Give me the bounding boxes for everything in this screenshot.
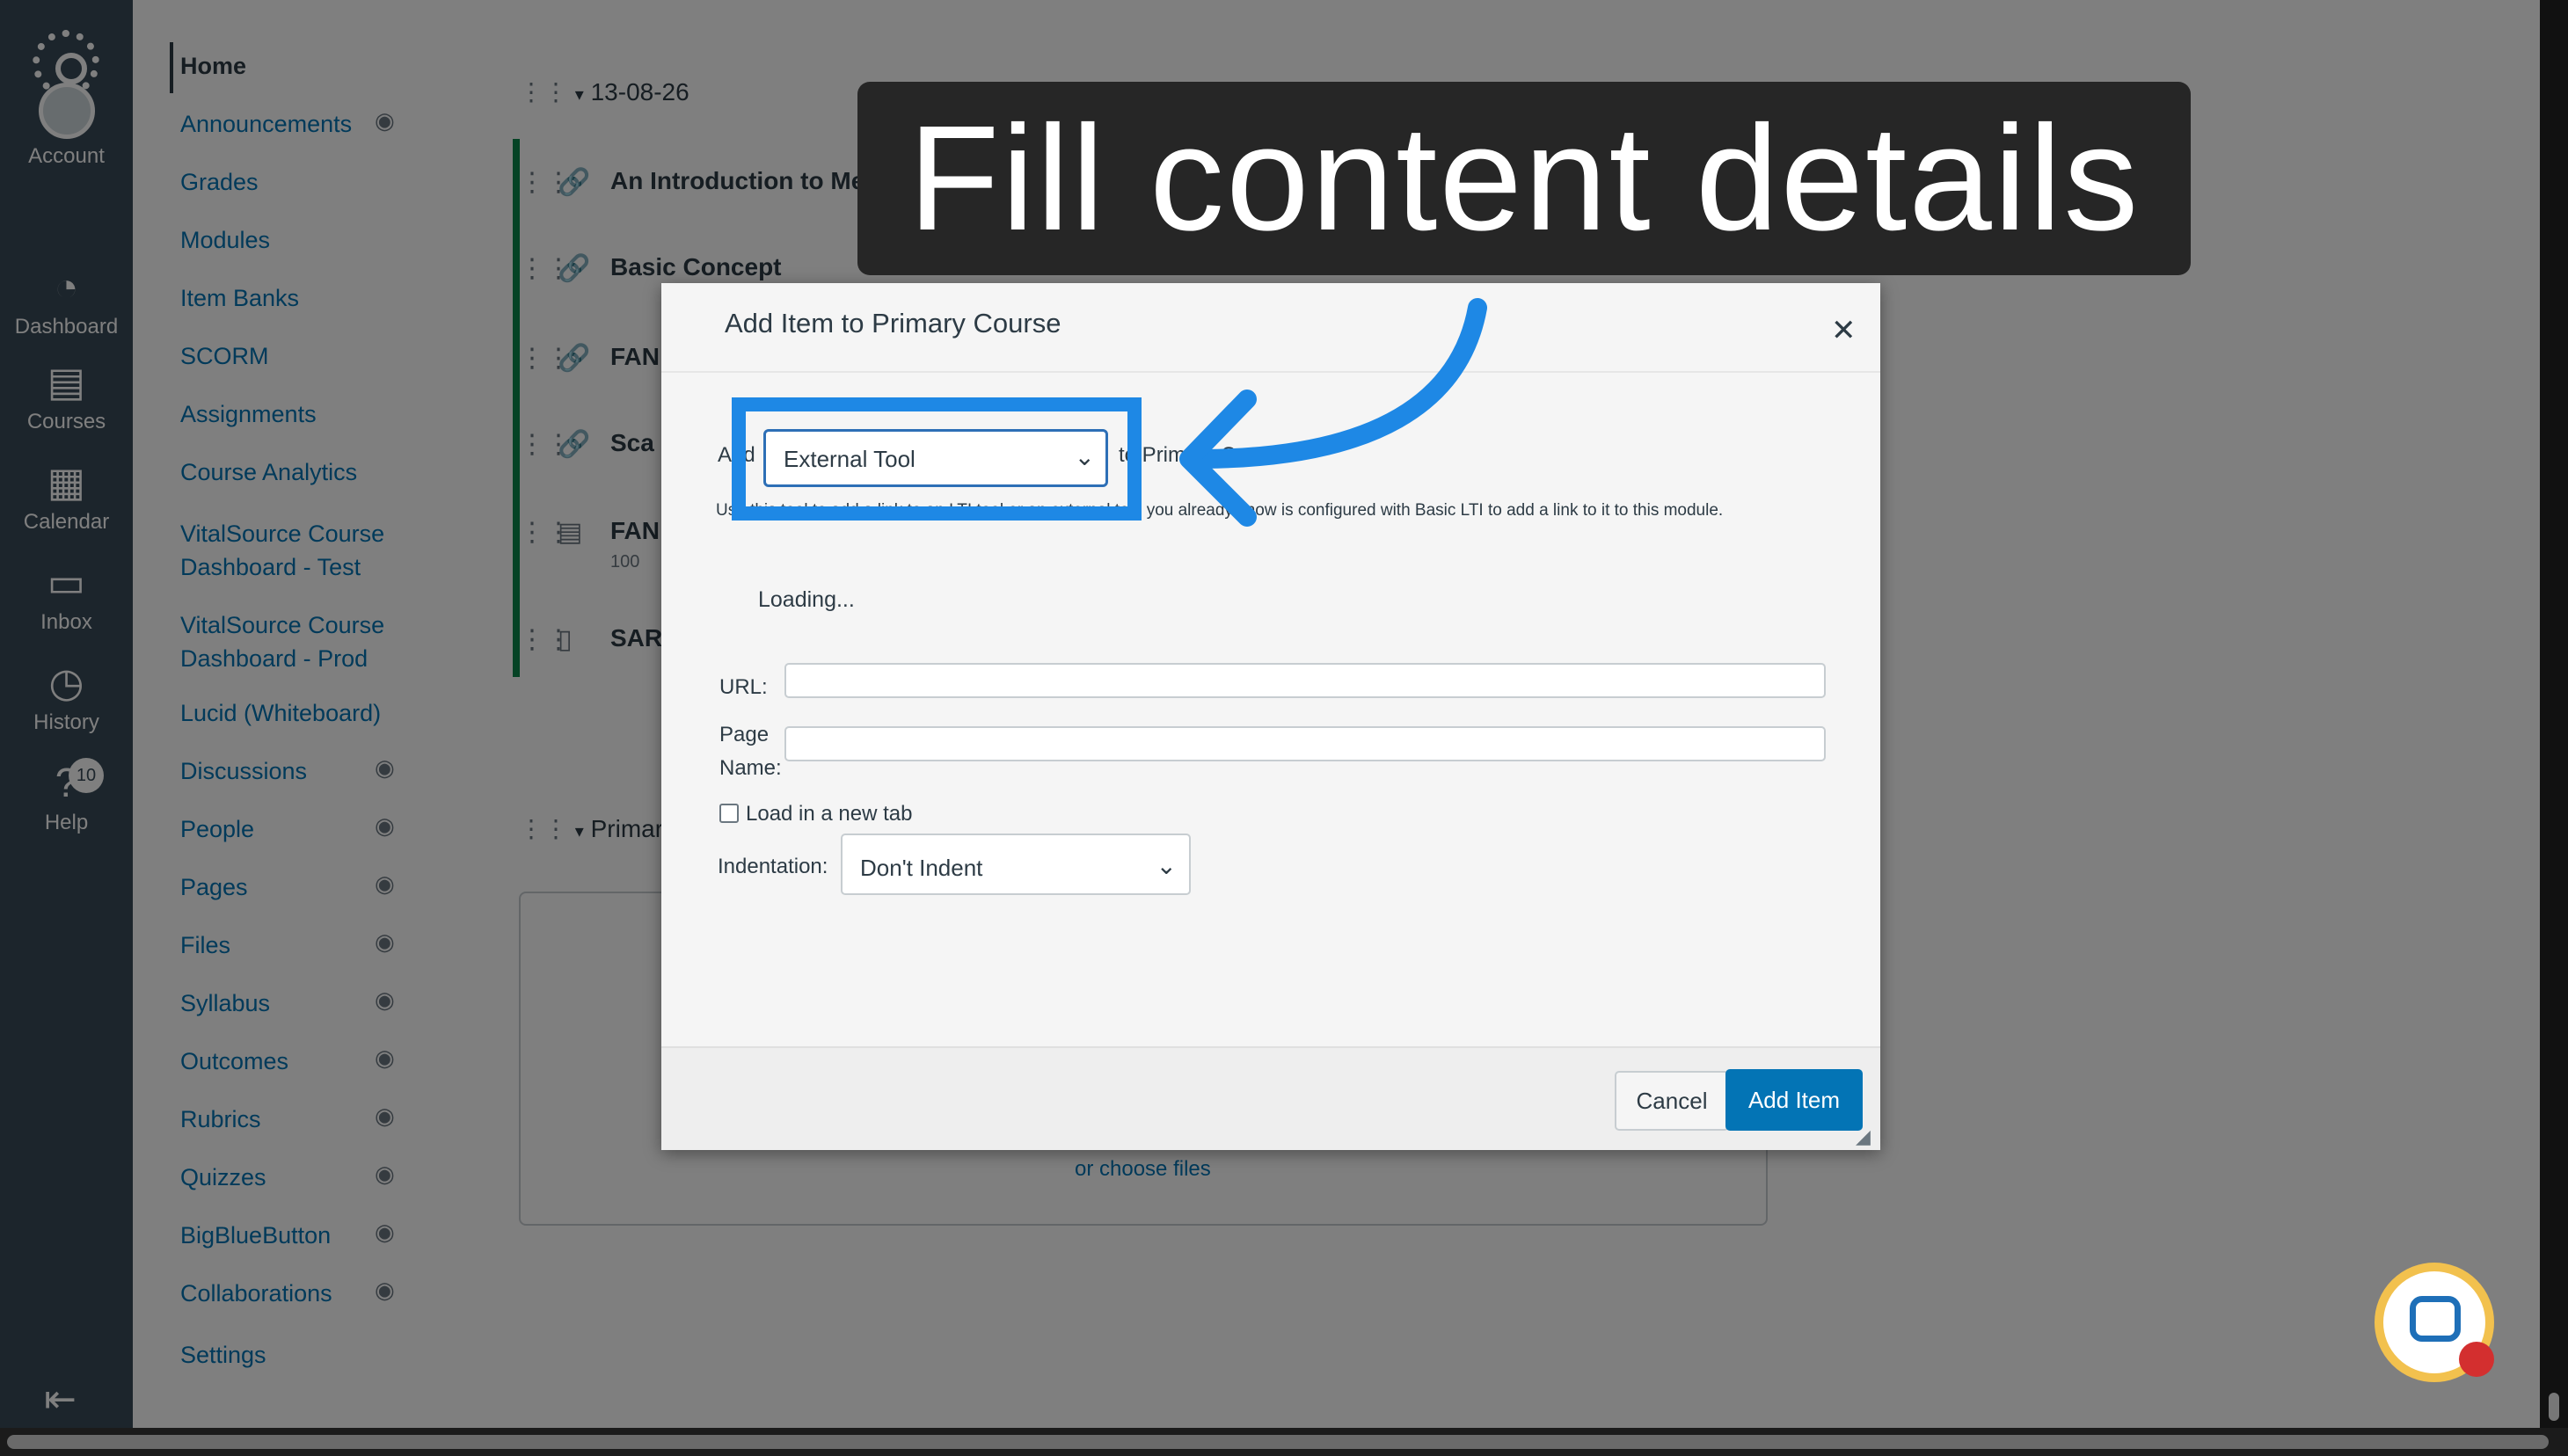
to-course-label: to Primary Course <box>1119 443 1289 467</box>
page-name-input[interactable] <box>784 726 1826 761</box>
close-icon[interactable]: ✕ <box>1831 313 1857 348</box>
chevron-down-icon: ⌄ <box>1156 852 1177 879</box>
page-horizontal-scrollbar[interactable] <box>0 1428 2568 1456</box>
page-name-label: Page <box>719 723 770 746</box>
scroll-thumb[interactable] <box>2549 1393 2559 1421</box>
cancel-button[interactable]: Cancel <box>1615 1071 1729 1131</box>
load-new-tab-label: Load in a new tab <box>746 802 913 826</box>
page-vertical-scrollbar[interactable] <box>2540 0 2568 1428</box>
indentation-select[interactable]: Don't Indent ⌄ <box>841 834 1191 895</box>
resize-handle-icon[interactable]: ◢ <box>1856 1125 1871 1148</box>
load-new-tab-checkbox[interactable] <box>719 804 739 823</box>
chat-widget[interactable] <box>2375 1263 2494 1382</box>
url-input[interactable] <box>784 663 1826 698</box>
dialog-header: Add Item to Primary Course ✕ <box>661 283 1880 373</box>
item-type-select[interactable]: External Tool ⌄ <box>763 429 1108 487</box>
page-name-label: Name: <box>719 756 782 780</box>
item-type-value: External Tool <box>784 446 916 472</box>
scroll-thumb[interactable] <box>7 1435 2549 1449</box>
url-label: URL: <box>719 675 768 699</box>
chevron-down-icon: ⌄ <box>1074 443 1095 470</box>
chat-bubble-icon <box>2410 1296 2461 1342</box>
instruction-callout: Fill content details <box>857 82 2191 275</box>
notification-dot <box>2459 1342 2494 1377</box>
add-item-button[interactable]: Add Item <box>1725 1069 1863 1131</box>
indentation-value: Don't Indent <box>860 855 983 881</box>
indentation-label: Indentation: <box>718 855 828 878</box>
dialog-title: Add Item to Primary Course <box>725 308 1061 339</box>
loading-indicator: Loading... <box>758 587 855 612</box>
